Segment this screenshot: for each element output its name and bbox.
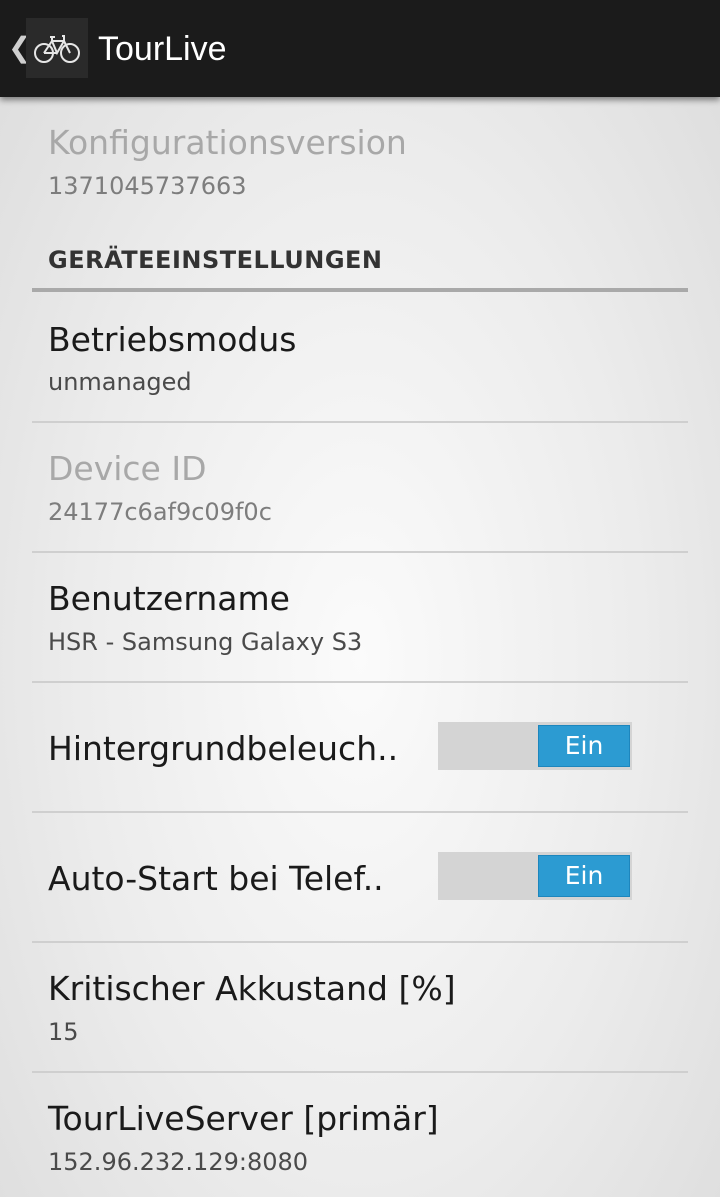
- pref-title: TourLiveServer [primär]: [48, 1099, 439, 1138]
- category-header: GERÄTEEINSTELLUNGEN: [32, 236, 688, 292]
- category-label: GERÄTEEINSTELLUNGEN: [48, 246, 383, 274]
- backlight-switch[interactable]: Ein: [438, 722, 632, 770]
- pref-tourlive-server[interactable]: TourLiveServer [primär] 152.96.232.129:8…: [32, 1073, 688, 1197]
- pref-config-version: Konfigurationsversion 1371045737663: [32, 97, 688, 223]
- pref-title: Kritischer Akkustand [%]: [48, 969, 456, 1008]
- pref-betriebsmodus[interactable]: Betriebsmodus unmanaged: [32, 292, 688, 423]
- pref-hintergrundbeleuchtung[interactable]: Hintergrundbeleuch.. Ein: [32, 683, 688, 813]
- pref-summary: 15: [48, 1018, 79, 1046]
- pref-summary: HSR - Samsung Galaxy S3: [48, 628, 363, 656]
- action-bar: ❮ TourLive: [0, 0, 720, 97]
- pref-summary: 1371045737663: [48, 172, 247, 200]
- app-home-button[interactable]: [26, 18, 88, 78]
- pref-title: Konfigurationsversion: [48, 123, 407, 162]
- switch-thumb: Ein: [538, 855, 630, 897]
- switch-thumb: Ein: [538, 725, 630, 767]
- pref-summary: 152.96.232.129:8080: [48, 1148, 309, 1176]
- bicycle-icon: [34, 35, 80, 63]
- pref-auto-start[interactable]: Auto-Start bei Telef.. Ein: [32, 813, 688, 943]
- auto-start-switch[interactable]: Ein: [438, 852, 632, 900]
- app-title: TourLive: [98, 30, 227, 68]
- up-caret-icon[interactable]: ❮: [8, 30, 31, 66]
- pref-title: Auto-Start bei Telef..: [48, 859, 384, 898]
- pref-title: Benutzername: [48, 579, 290, 618]
- pref-device-id: Device ID 24177c6af9c09f0c: [32, 423, 688, 553]
- pref-summary: unmanaged: [48, 368, 192, 396]
- pref-title: Device ID: [48, 449, 207, 488]
- pref-title: Betriebsmodus: [48, 320, 297, 359]
- pref-summary: 24177c6af9c09f0c: [48, 498, 272, 526]
- pref-kritischer-akkustand[interactable]: Kritischer Akkustand [%] 15: [32, 943, 688, 1073]
- pref-title: Hintergrundbeleuch..: [48, 729, 399, 768]
- pref-benutzername[interactable]: Benutzername HSR - Samsung Galaxy S3: [32, 553, 688, 683]
